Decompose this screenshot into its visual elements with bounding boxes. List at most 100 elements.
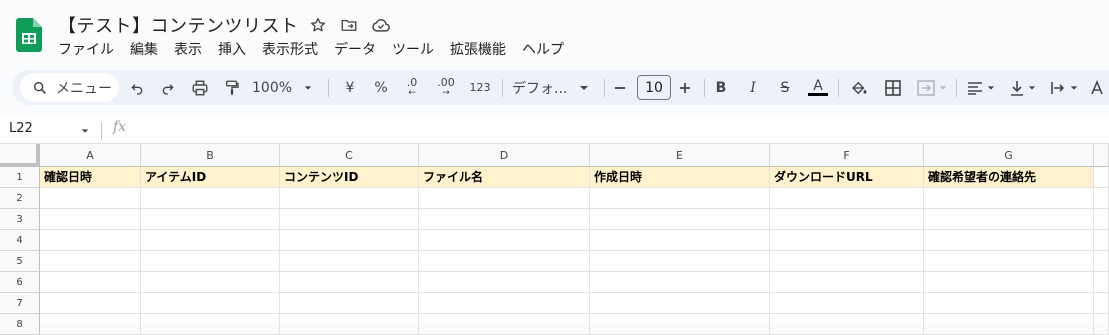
redo-icon[interactable] [157,75,179,100]
number-format-button[interactable]: 123 [467,75,493,100]
cell-d6[interactable] [419,272,590,293]
menu-search[interactable]: メニュー [20,73,119,102]
cell-e6[interactable] [590,272,770,293]
cell-f1[interactable]: ダウンロードURL [770,167,924,188]
column-header-g[interactable]: G [924,144,1094,167]
text-rotation-icon[interactable] [1087,75,1107,100]
cell-d5[interactable] [419,251,590,272]
cell-f8[interactable] [770,314,924,335]
cell-c8[interactable] [280,314,419,335]
cell-f7[interactable] [770,293,924,314]
column-header-c[interactable]: C [280,144,419,167]
cell-g4[interactable] [924,230,1094,251]
name-box[interactable]: L22 [9,121,33,136]
cell-b1[interactable]: アイテムID [141,167,280,188]
column-header-e[interactable]: E [590,144,770,167]
cell-d7[interactable] [419,293,590,314]
cell-partial[interactable] [1094,251,1109,272]
cell-f5[interactable] [770,251,924,272]
cell-c4[interactable] [280,230,419,251]
font-size-input[interactable]: 10 [637,75,671,100]
cell-e8[interactable] [590,314,770,335]
document-title[interactable]: 【テスト】コンテンツリスト [58,12,299,38]
decrease-decimal-button[interactable]: .0 ← [399,75,425,100]
cell-partial[interactable] [1094,167,1109,188]
menu-help[interactable]: ヘルプ [514,40,572,60]
cell-e3[interactable] [590,209,770,230]
cloud-saved-icon[interactable] [370,14,392,36]
cell-partial[interactable] [1094,209,1109,230]
cell-d4[interactable] [419,230,590,251]
cell-d2[interactable] [419,188,590,209]
paint-format-icon[interactable] [221,75,243,100]
cell-a5[interactable] [40,251,141,272]
borders-icon[interactable] [882,75,904,100]
row-header-5[interactable]: 5 [0,251,40,272]
currency-format-button[interactable]: ¥ [340,75,360,100]
column-header-d[interactable]: D [419,144,590,167]
cell-a1[interactable]: 確認日時 [40,167,141,188]
cell-g2[interactable] [924,188,1094,209]
cell-partial[interactable] [1094,272,1109,293]
select-all-corner[interactable] [0,144,40,167]
cell-f6[interactable] [770,272,924,293]
font-select[interactable]: デフォ... [512,75,594,100]
cell-e7[interactable] [590,293,770,314]
cell-c5[interactable] [280,251,419,272]
horizontal-align-icon[interactable] [964,75,998,100]
menu-view[interactable]: 表示 [166,40,210,60]
row-header-7[interactable]: 7 [0,293,40,314]
row-header-1[interactable]: 1 [0,167,40,188]
cell-b5[interactable] [141,251,280,272]
row-header-3[interactable]: 3 [0,209,40,230]
column-header-b[interactable]: B [141,144,280,167]
column-header-partial[interactable] [1094,144,1109,167]
cell-a6[interactable] [40,272,141,293]
print-icon[interactable] [189,75,211,100]
cell-a7[interactable] [40,293,141,314]
cell-a3[interactable] [40,209,141,230]
menu-format[interactable]: 表示形式 [254,40,326,60]
zoom-select[interactable]: 100% [252,75,312,100]
undo-icon[interactable] [126,75,148,100]
move-to-folder-icon[interactable] [338,14,360,36]
sheets-logo-icon[interactable] [16,18,42,52]
cell-f4[interactable] [770,230,924,251]
decrease-font-size-icon[interactable] [610,75,630,100]
cell-c1[interactable]: コンテンツID [280,167,419,188]
menu-file[interactable]: ファイル [50,40,122,60]
cell-e5[interactable] [590,251,770,272]
cell-g6[interactable] [924,272,1094,293]
menu-edit[interactable]: 編集 [122,40,166,60]
increase-font-size-icon[interactable] [675,75,695,100]
name-box-caret-icon[interactable] [80,127,90,135]
text-wrap-icon[interactable] [1046,75,1082,100]
cell-b6[interactable] [141,272,280,293]
cell-d1[interactable]: ファイル名 [419,167,590,188]
increase-decimal-button[interactable]: .00 → [432,75,460,100]
strikethrough-button[interactable]: S [774,75,796,100]
menu-data[interactable]: データ [326,40,384,60]
cell-a8[interactable] [40,314,141,335]
cell-partial[interactable] [1094,314,1109,335]
cell-b7[interactable] [141,293,280,314]
cell-b8[interactable] [141,314,280,335]
cell-c2[interactable] [280,188,419,209]
italic-button[interactable]: I [742,75,764,100]
fill-color-icon[interactable] [848,75,870,100]
cell-b2[interactable] [141,188,280,209]
cell-partial[interactable] [1094,230,1109,251]
cell-c7[interactable] [280,293,419,314]
cell-g3[interactable] [924,209,1094,230]
cell-b3[interactable] [141,209,280,230]
cell-a2[interactable] [40,188,141,209]
spreadsheet-grid[interactable]: A B C D E F G 1 確認日時 アイテムID コンテンツID ファイル名 作成日時 ダウンロード… [0,144,1109,335]
cell-e2[interactable] [590,188,770,209]
column-header-f[interactable]: F [770,144,924,167]
row-header-6[interactable]: 6 [0,272,40,293]
cell-partial[interactable] [1094,188,1109,209]
bold-button[interactable]: B [710,75,732,100]
menu-extensions[interactable]: 拡張機能 [442,40,514,60]
cell-e1[interactable]: 作成日時 [590,167,770,188]
column-header-a[interactable]: A [40,144,141,167]
